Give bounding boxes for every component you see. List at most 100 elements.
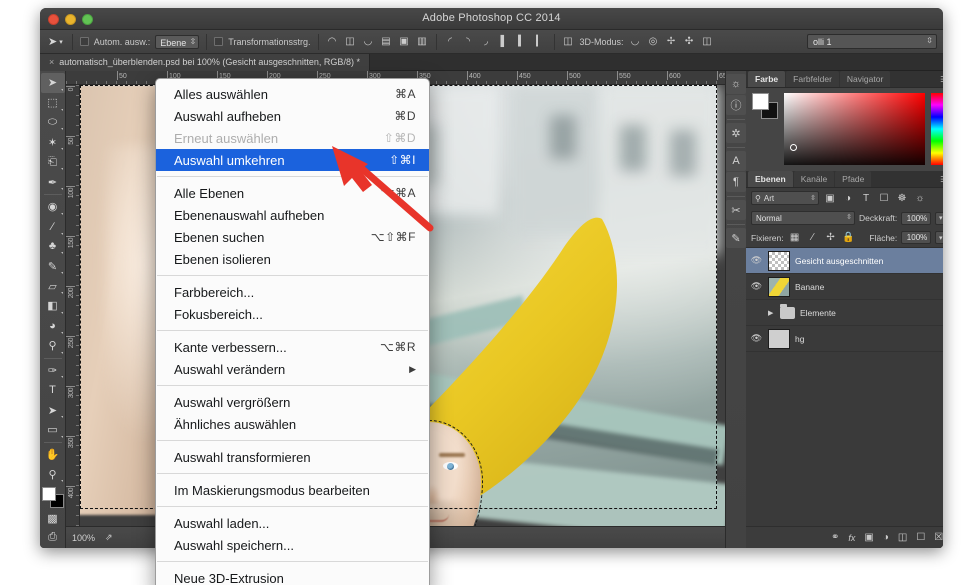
gradient-tool[interactable]: ◧	[41, 296, 65, 316]
tab-pfade[interactable]: Pfade	[835, 171, 872, 187]
distribute-top-edges-icon[interactable]: ◜	[444, 35, 457, 48]
menu-item-ebenenauswahl-aufheben[interactable]: Ebenenauswahl aufheben	[156, 204, 429, 226]
foreground-color-swatch[interactable]	[752, 93, 769, 110]
menu-item-auswahl-transformieren[interactable]: Auswahl transformieren	[156, 446, 429, 468]
menu-item-alles-auswählen[interactable]: Alles auswählen ⌘A	[156, 83, 429, 105]
distribute-bottom-edges-icon[interactable]: ◞	[480, 35, 493, 48]
tool-presets-icon[interactable]: ✂	[726, 200, 746, 220]
lock-transparency-icon[interactable]: ▦	[788, 232, 802, 243]
layer-style-fx-icon[interactable]: fx	[848, 533, 855, 543]
menu-item-ähnliches-auswählen[interactable]: Ähnliches auswählen	[156, 413, 429, 435]
tab-farbe[interactable]: Farbe	[748, 71, 786, 87]
filter-pixel-icon[interactable]: ▣	[823, 193, 837, 204]
zoom-tool[interactable]: ⚲	[41, 465, 65, 485]
selection-context-menu[interactable]: Alles auswählen ⌘A Auswahl aufheben ⌘D Erneu…	[155, 78, 430, 585]
align-right-edges-icon[interactable]: ◡	[362, 35, 375, 48]
screen-mode-icon[interactable]: ⎙	[41, 528, 65, 548]
share-icon[interactable]: ⇗	[105, 532, 113, 543]
crop-tool[interactable]: ⎗	[41, 152, 65, 172]
menu-item-neue-3d-extrusion[interactable]: Neue 3D-Extrusion	[156, 567, 429, 585]
filter-smart-object-icon[interactable]: ☸	[895, 193, 909, 204]
workspace-select[interactable]: olli 1	[807, 34, 937, 49]
filter-shape-icon[interactable]: ☐	[877, 193, 891, 204]
layer-visibility-icon[interactable]: 👁	[750, 333, 763, 344]
layer-visibility-icon[interactable]: 👁	[750, 307, 763, 318]
tab-kanaele[interactable]: Kanäle	[793, 171, 835, 187]
filter-type-icon[interactable]: T	[859, 193, 873, 204]
auto-select-checkbox[interactable]	[79, 37, 89, 46]
character-panel-icon[interactable]: A	[726, 151, 746, 171]
vertical-ruler[interactable]: 050100150200250300350400450500550600	[66, 85, 80, 548]
info-icon[interactable]: ⓘ	[726, 95, 746, 115]
color-swatches[interactable]	[41, 487, 64, 509]
lock-all-icon[interactable]: 🔒	[842, 232, 856, 243]
auto-align-layers-icon[interactable]: ◫	[562, 35, 575, 48]
history-brush-tool[interactable]: ✎	[41, 256, 65, 276]
menu-item-fokusbereich[interactable]: Fokusbereich...	[156, 303, 429, 325]
current-tool-icon[interactable]: ➤ ▾	[46, 35, 65, 48]
slide-3d-icon[interactable]: ✣	[683, 35, 696, 48]
align-vertical-centers-icon[interactable]: ▣	[398, 35, 411, 48]
align-left-edges-icon[interactable]: ◠	[326, 35, 339, 48]
eyedropper-tool[interactable]: ✒	[41, 172, 65, 192]
blend-mode-select[interactable]: Normal	[751, 211, 855, 225]
quick-mask-icon[interactable]: ▩	[41, 508, 65, 528]
opacity-stepper[interactable]: ▾	[935, 211, 943, 225]
spot-healing-brush-tool[interactable]: ◉	[41, 197, 65, 217]
foreground-color-swatch[interactable]	[41, 487, 56, 502]
tab-farbfelder[interactable]: Farbfelder	[786, 71, 839, 87]
menu-item-auswahl-umkehren[interactable]: Auswahl umkehren ⇧⌘I	[156, 149, 429, 171]
history-panel-icon[interactable]: ✎	[726, 228, 746, 248]
rectangular-marquee-tool[interactable]: ⬚	[41, 93, 65, 113]
brush-presets-icon[interactable]: ✲	[726, 123, 746, 143]
align-top-edges-icon[interactable]: ▤	[380, 35, 393, 48]
color-panel-swatches[interactable]	[752, 93, 778, 119]
menu-item-auswahl-speichern[interactable]: Auswahl speichern...	[156, 534, 429, 556]
quick-selection-tool[interactable]: ✶	[41, 132, 65, 152]
align-horizontal-centers-icon[interactable]: ◫	[344, 35, 357, 48]
color-picker-marker[interactable]	[790, 144, 797, 151]
layer-row-hg[interactable]: 👁 hg	[746, 326, 943, 352]
paragraph-panel-icon[interactable]: ¶	[726, 172, 746, 192]
tab-navigator[interactable]: Navigator	[839, 71, 891, 87]
menu-item-auswahl-laden[interactable]: Auswahl laden...	[156, 512, 429, 534]
distribute-right-edges-icon[interactable]: ▎	[534, 35, 547, 48]
document-tab[interactable]: × automatisch_überblenden.psd bei 100% (…	[40, 53, 370, 71]
layer-row-gesicht-ausgeschnitten[interactable]: 👁 Gesicht ausgeschnitten	[746, 248, 943, 274]
panel-menu-icon[interactable]: ☰	[940, 175, 943, 184]
close-icon[interactable]: ×	[49, 57, 54, 67]
brush-tool[interactable]: ∕	[41, 217, 65, 237]
hand-tool[interactable]: ✋	[41, 445, 65, 465]
distribute-left-edges-icon[interactable]: ▌	[498, 35, 511, 48]
layer-row-elemente[interactable]: 👁 ▶ Elemente	[746, 300, 943, 326]
menu-item-alle-ebenen[interactable]: Alle Ebenen ⌥⌘A	[156, 182, 429, 204]
zoom-level[interactable]: 100%	[72, 533, 95, 543]
eraser-tool[interactable]: ▱	[41, 276, 65, 296]
scale-3d-icon[interactable]: ◫	[701, 35, 714, 48]
menu-item-ebenen-suchen[interactable]: Ebenen suchen ⌥⇧⌘F	[156, 226, 429, 248]
fill-stepper[interactable]: ▾	[935, 231, 943, 244]
add-layer-mask-icon[interactable]: ▣	[864, 532, 873, 543]
menu-item-kante-verbessern[interactable]: Kante verbessern... ⌥⌘R	[156, 336, 429, 358]
filter-adjustment-icon[interactable]: ◑	[841, 193, 855, 204]
move-tool[interactable]: ➤	[40, 73, 65, 93]
path-selection-tool[interactable]: ➤	[41, 400, 65, 420]
menu-item-im-maskierungsmodus-bearbeiten[interactable]: Im Maskierungsmodus bearbeiten	[156, 479, 429, 501]
lock-position-icon[interactable]: ✢	[824, 232, 838, 243]
lasso-tool[interactable]: ⬭	[41, 113, 65, 133]
delete-layer-icon[interactable]: ☒	[934, 532, 943, 543]
distribute-vertical-centers-icon[interactable]: ◝	[462, 35, 475, 48]
opacity-value[interactable]: 100%	[901, 211, 932, 225]
filter-toggle-icon[interactable]: ☼	[913, 193, 927, 204]
distribute-horizontal-centers-icon[interactable]: ▍	[516, 35, 529, 48]
clone-stamp-tool[interactable]: ♣	[41, 237, 65, 257]
blur-tool[interactable]: ◕	[41, 316, 65, 336]
horizontal-type-tool[interactable]: T	[41, 380, 65, 400]
new-adjustment-layer-icon[interactable]: ◑	[883, 532, 889, 543]
tab-ebenen[interactable]: Ebenen	[748, 171, 793, 187]
layer-list[interactable]: 👁 Gesicht ausgeschnitten 👁 Banane 👁	[746, 247, 943, 526]
rectangle-tool[interactable]: ▭	[41, 420, 65, 440]
menu-item-auswahl-aufheben[interactable]: Auswahl aufheben ⌘D	[156, 105, 429, 127]
hue-strip[interactable]	[931, 93, 943, 165]
adjustments-icon[interactable]: ☼	[726, 74, 746, 94]
